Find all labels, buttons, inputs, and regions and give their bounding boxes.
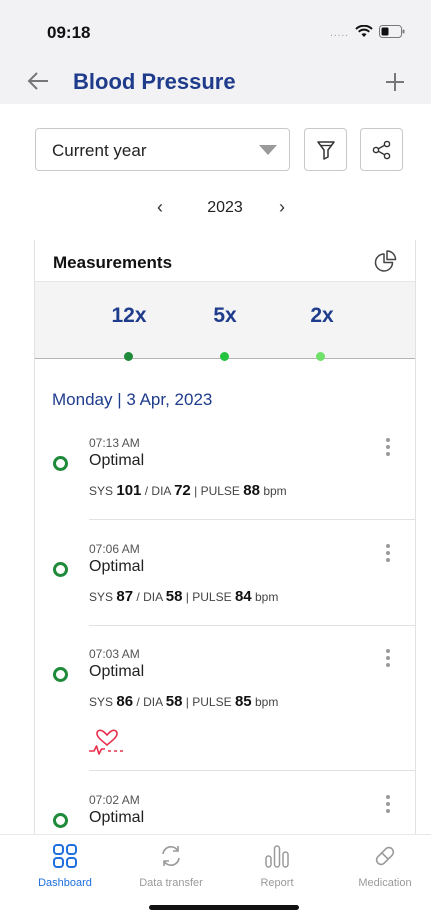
filter-button[interactable] [304, 128, 347, 171]
dia-value: 58 [165, 588, 183, 605]
add-button[interactable] [385, 64, 405, 99]
pulse-value: 88 [243, 482, 260, 499]
entry-divider [89, 770, 415, 771]
sys-label: SYS [89, 695, 114, 709]
next-year-button[interactable]: › [279, 197, 285, 218]
sys-value: 86 [116, 693, 134, 710]
status-time: 09:18 [47, 23, 91, 42]
nav-bar: Blood Pressure [0, 60, 431, 104]
pill-icon [342, 841, 428, 871]
heart-rhythm-icon [87, 729, 127, 762]
previous-year-button[interactable]: ‹ [157, 197, 163, 218]
count-optimal: 12x [111, 304, 147, 327]
chart-button[interactable] [373, 248, 399, 279]
optimal-status-icon [53, 562, 68, 577]
tab-label: Dashboard [38, 877, 92, 889]
dia-value: 72 [174, 482, 191, 499]
pulse-value: 85 [234, 693, 252, 710]
count-normal: 5x [213, 304, 237, 327]
entry-time: 07:03 AM [89, 647, 140, 661]
plus-icon [386, 73, 404, 91]
entry-time: 07:06 AM [89, 542, 140, 556]
dia-label: DIA [143, 590, 163, 604]
measurements-card: Measurements 12x 5x 2x Monday | 3 Apr, 2… [34, 240, 416, 834]
chevron-down-icon [259, 145, 277, 155]
day-label: Monday | 3 Apr, 2023 [52, 390, 213, 409]
pulse-unit: bpm [263, 484, 287, 498]
dia-label: DIA [143, 695, 163, 709]
optimal-status-icon [53, 813, 68, 828]
tab-medication[interactable]: Medication [342, 841, 428, 889]
entry-status: Optimal [89, 452, 145, 469]
count-high-normal: 2x [310, 304, 334, 327]
report-icon [234, 841, 320, 871]
more-options-icon[interactable] [385, 438, 391, 456]
entry-divider [89, 625, 415, 626]
optimal-status-icon [53, 667, 68, 682]
status-icons: ..... [330, 24, 405, 39]
more-options-icon[interactable] [385, 795, 391, 813]
dia-value: 58 [165, 693, 183, 710]
year-navigator: ‹ 2023 › [0, 197, 431, 221]
pulse-label: PULSE [200, 484, 240, 498]
tab-bar: Dashboard Data transfer Report Medicatio… [0, 834, 431, 896]
dashboard-icon [22, 841, 108, 871]
tab-label: Report [260, 877, 294, 889]
page-title: Blood Pressure [73, 69, 236, 94]
pulse-label: PULSE [192, 590, 232, 604]
pulse-unit: bpm [254, 590, 279, 604]
share-icon [372, 140, 390, 159]
tab-label: Data transfer [139, 877, 203, 889]
entry-status: Optimal [89, 663, 145, 680]
period-select[interactable]: Current year [35, 128, 290, 171]
sys-label: SYS [89, 484, 114, 498]
sys-value: 101 [116, 482, 142, 499]
sys-value: 87 [116, 588, 134, 605]
entry-time: 07:13 AM [89, 436, 140, 450]
entry-values: SYS 101 / DIA 72 | PULSE 88 bpm [89, 482, 287, 499]
tab-label: Medication [358, 877, 412, 889]
measurements-title: Measurements [53, 253, 173, 272]
entry-status: Optimal [89, 558, 145, 575]
wifi-icon [355, 25, 373, 37]
pie-chart-icon [374, 250, 397, 272]
count-dot-high-normal [316, 352, 325, 361]
back-button[interactable] [27, 67, 49, 96]
entry-time: 07:02 AM [89, 793, 140, 807]
pulse-unit: bpm [254, 695, 279, 709]
year-label: 2023 [207, 199, 243, 216]
entry-values: SYS 86 / DIA 58 | PULSE 85 bpm [89, 693, 279, 710]
more-options-icon[interactable] [385, 649, 391, 667]
signal-icon: ..... [330, 28, 349, 39]
battery-icon [379, 25, 405, 38]
entry-values: SYS 87 / DIA 58 | PULSE 84 bpm [89, 588, 279, 605]
entry-divider [89, 519, 415, 520]
sync-icon [128, 841, 214, 871]
tab-dashboard[interactable]: Dashboard [22, 841, 108, 889]
sys-label: SYS [89, 590, 114, 604]
optimal-status-icon [53, 456, 68, 471]
more-options-icon[interactable] [385, 544, 391, 562]
pulse-label: PULSE [192, 695, 232, 709]
share-button[interactable] [360, 128, 403, 171]
filter-icon [316, 140, 335, 160]
dia-label: DIA [151, 484, 171, 498]
count-dot-optimal [124, 352, 133, 361]
period-select-value: Current year [52, 141, 147, 160]
tab-report[interactable]: Report [234, 841, 320, 889]
status-bar: 09:18 ..... [0, 0, 431, 60]
arrow-left-icon [27, 72, 48, 90]
tab-data-transfer[interactable]: Data transfer [128, 841, 214, 889]
entry-status: Optimal [89, 809, 145, 826]
home-indicator [149, 905, 299, 910]
measurement-counts: 12x 5x 2x [35, 281, 415, 361]
pulse-value: 84 [234, 588, 252, 605]
count-dot-normal [220, 352, 229, 361]
